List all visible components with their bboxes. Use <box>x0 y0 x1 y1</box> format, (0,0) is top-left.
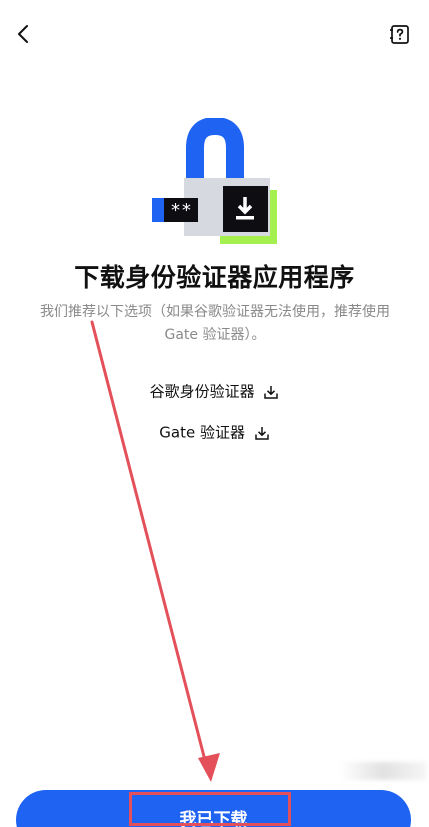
blurred-watermark <box>340 762 426 780</box>
annotation-highlight-box <box>129 792 291 826</box>
download-icon <box>254 426 269 440</box>
back-button[interactable] <box>12 22 36 46</box>
page-title: 下载身份验证器应用程序 <box>74 263 355 292</box>
page-description: 我们推荐以下选项（如果谷歌验证器无法使用，推荐使用 Gate 验证器）。 <box>40 304 390 343</box>
password-mask: ** <box>170 200 192 221</box>
gate-authenticator-label: Gate 验证器 <box>159 423 245 442</box>
download-authenticator-screen: ** 下载身份验证器应用程序 我们推荐以下选项（如果谷歌验证器无法使用，推荐使用… <box>0 0 429 827</box>
lock-illustration: ** <box>150 116 280 246</box>
google-authenticator-label: 谷歌身份验证器 <box>149 382 255 401</box>
back-icon <box>18 25 28 43</box>
download-icon <box>264 385 279 399</box>
help-button[interactable] <box>388 22 412 46</box>
gate-authenticator-download-link[interactable]: Gate 验证器 <box>0 422 429 443</box>
google-authenticator-download-link[interactable]: 谷歌身份验证器 <box>0 381 429 402</box>
help-icon <box>390 25 409 44</box>
